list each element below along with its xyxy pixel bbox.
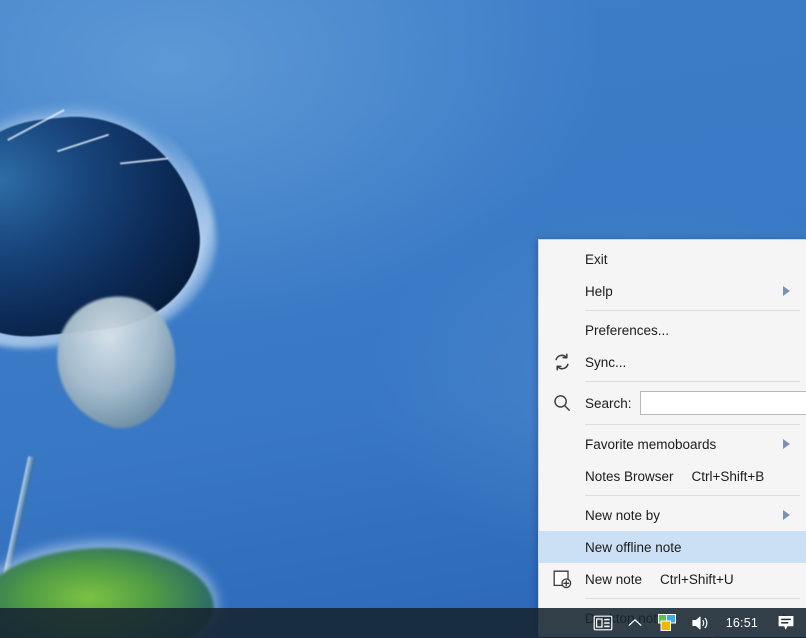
menu-item-new-note-by-label: New note by xyxy=(585,507,661,523)
system-tray: 16:51 xyxy=(586,608,806,638)
action-center-icon[interactable] xyxy=(768,608,806,638)
tray-context-menu[interactable]: Exit Help Preferences... Sync... Search:… xyxy=(538,239,806,637)
show-hidden-icons-icon[interactable] xyxy=(620,608,650,638)
menu-item-preferences[interactable]: Preferences... xyxy=(539,314,806,346)
menu-item-search-label: Search: xyxy=(585,395,632,411)
menu-item-new-note-shortcut: Ctrl+Shift+U xyxy=(660,571,734,587)
menu-item-help-label: Help xyxy=(585,283,613,299)
new-note-icon xyxy=(539,568,585,590)
menu-item-new-offline-note-label: New offline note xyxy=(585,539,682,555)
search-input[interactable] xyxy=(639,391,806,415)
menu-item-sync-label: Sync... xyxy=(585,354,627,370)
menu-item-preferences-label: Preferences... xyxy=(585,322,670,338)
search-icon xyxy=(539,393,585,413)
screen: Exit Help Preferences... Sync... Search:… xyxy=(0,0,806,638)
menu-item-notes-browser-shortcut: Ctrl+Shift+B xyxy=(691,468,765,484)
menu-item-new-note[interactable]: New note Ctrl+Shift+U xyxy=(539,563,806,595)
menu-separator-3 xyxy=(585,424,800,425)
menu-item-exit-label: Exit xyxy=(585,251,608,267)
menu-item-favorite-memoboards-label: Favorite memoboards xyxy=(585,436,717,452)
menu-separator-5 xyxy=(585,598,800,599)
menu-item-sync[interactable]: Sync... xyxy=(539,346,806,378)
menu-item-favorite-memoboards[interactable]: Favorite memoboards xyxy=(539,428,806,460)
menu-item-help[interactable]: Help xyxy=(539,275,806,307)
menu-separator-4 xyxy=(585,495,800,496)
menu-item-notes-browser[interactable]: Notes Browser Ctrl+Shift+B xyxy=(539,460,806,492)
taskbar[interactable]: 16:51 xyxy=(0,608,806,638)
menu-item-new-note-by[interactable]: New note by xyxy=(539,499,806,531)
volume-icon[interactable] xyxy=(684,608,718,638)
chevron-right-icon xyxy=(783,510,790,520)
menu-item-new-offline-note[interactable]: New offline note xyxy=(539,531,806,563)
chevron-right-icon xyxy=(783,286,790,296)
taskbar-clock[interactable]: 16:51 xyxy=(718,616,768,630)
menu-item-search[interactable]: Search: xyxy=(539,385,806,421)
chevron-right-icon xyxy=(783,439,790,449)
menu-item-notes-browser-label: Notes Browser xyxy=(585,468,674,484)
menu-item-exit[interactable]: Exit xyxy=(539,243,806,275)
memoboard-tray-icon[interactable] xyxy=(650,608,684,638)
menu-separator-2 xyxy=(585,381,800,382)
menu-item-new-note-label: New note xyxy=(585,571,643,587)
sync-icon xyxy=(539,352,585,372)
menu-separator-1 xyxy=(585,310,800,311)
news-and-interests-icon[interactable] xyxy=(586,608,620,638)
